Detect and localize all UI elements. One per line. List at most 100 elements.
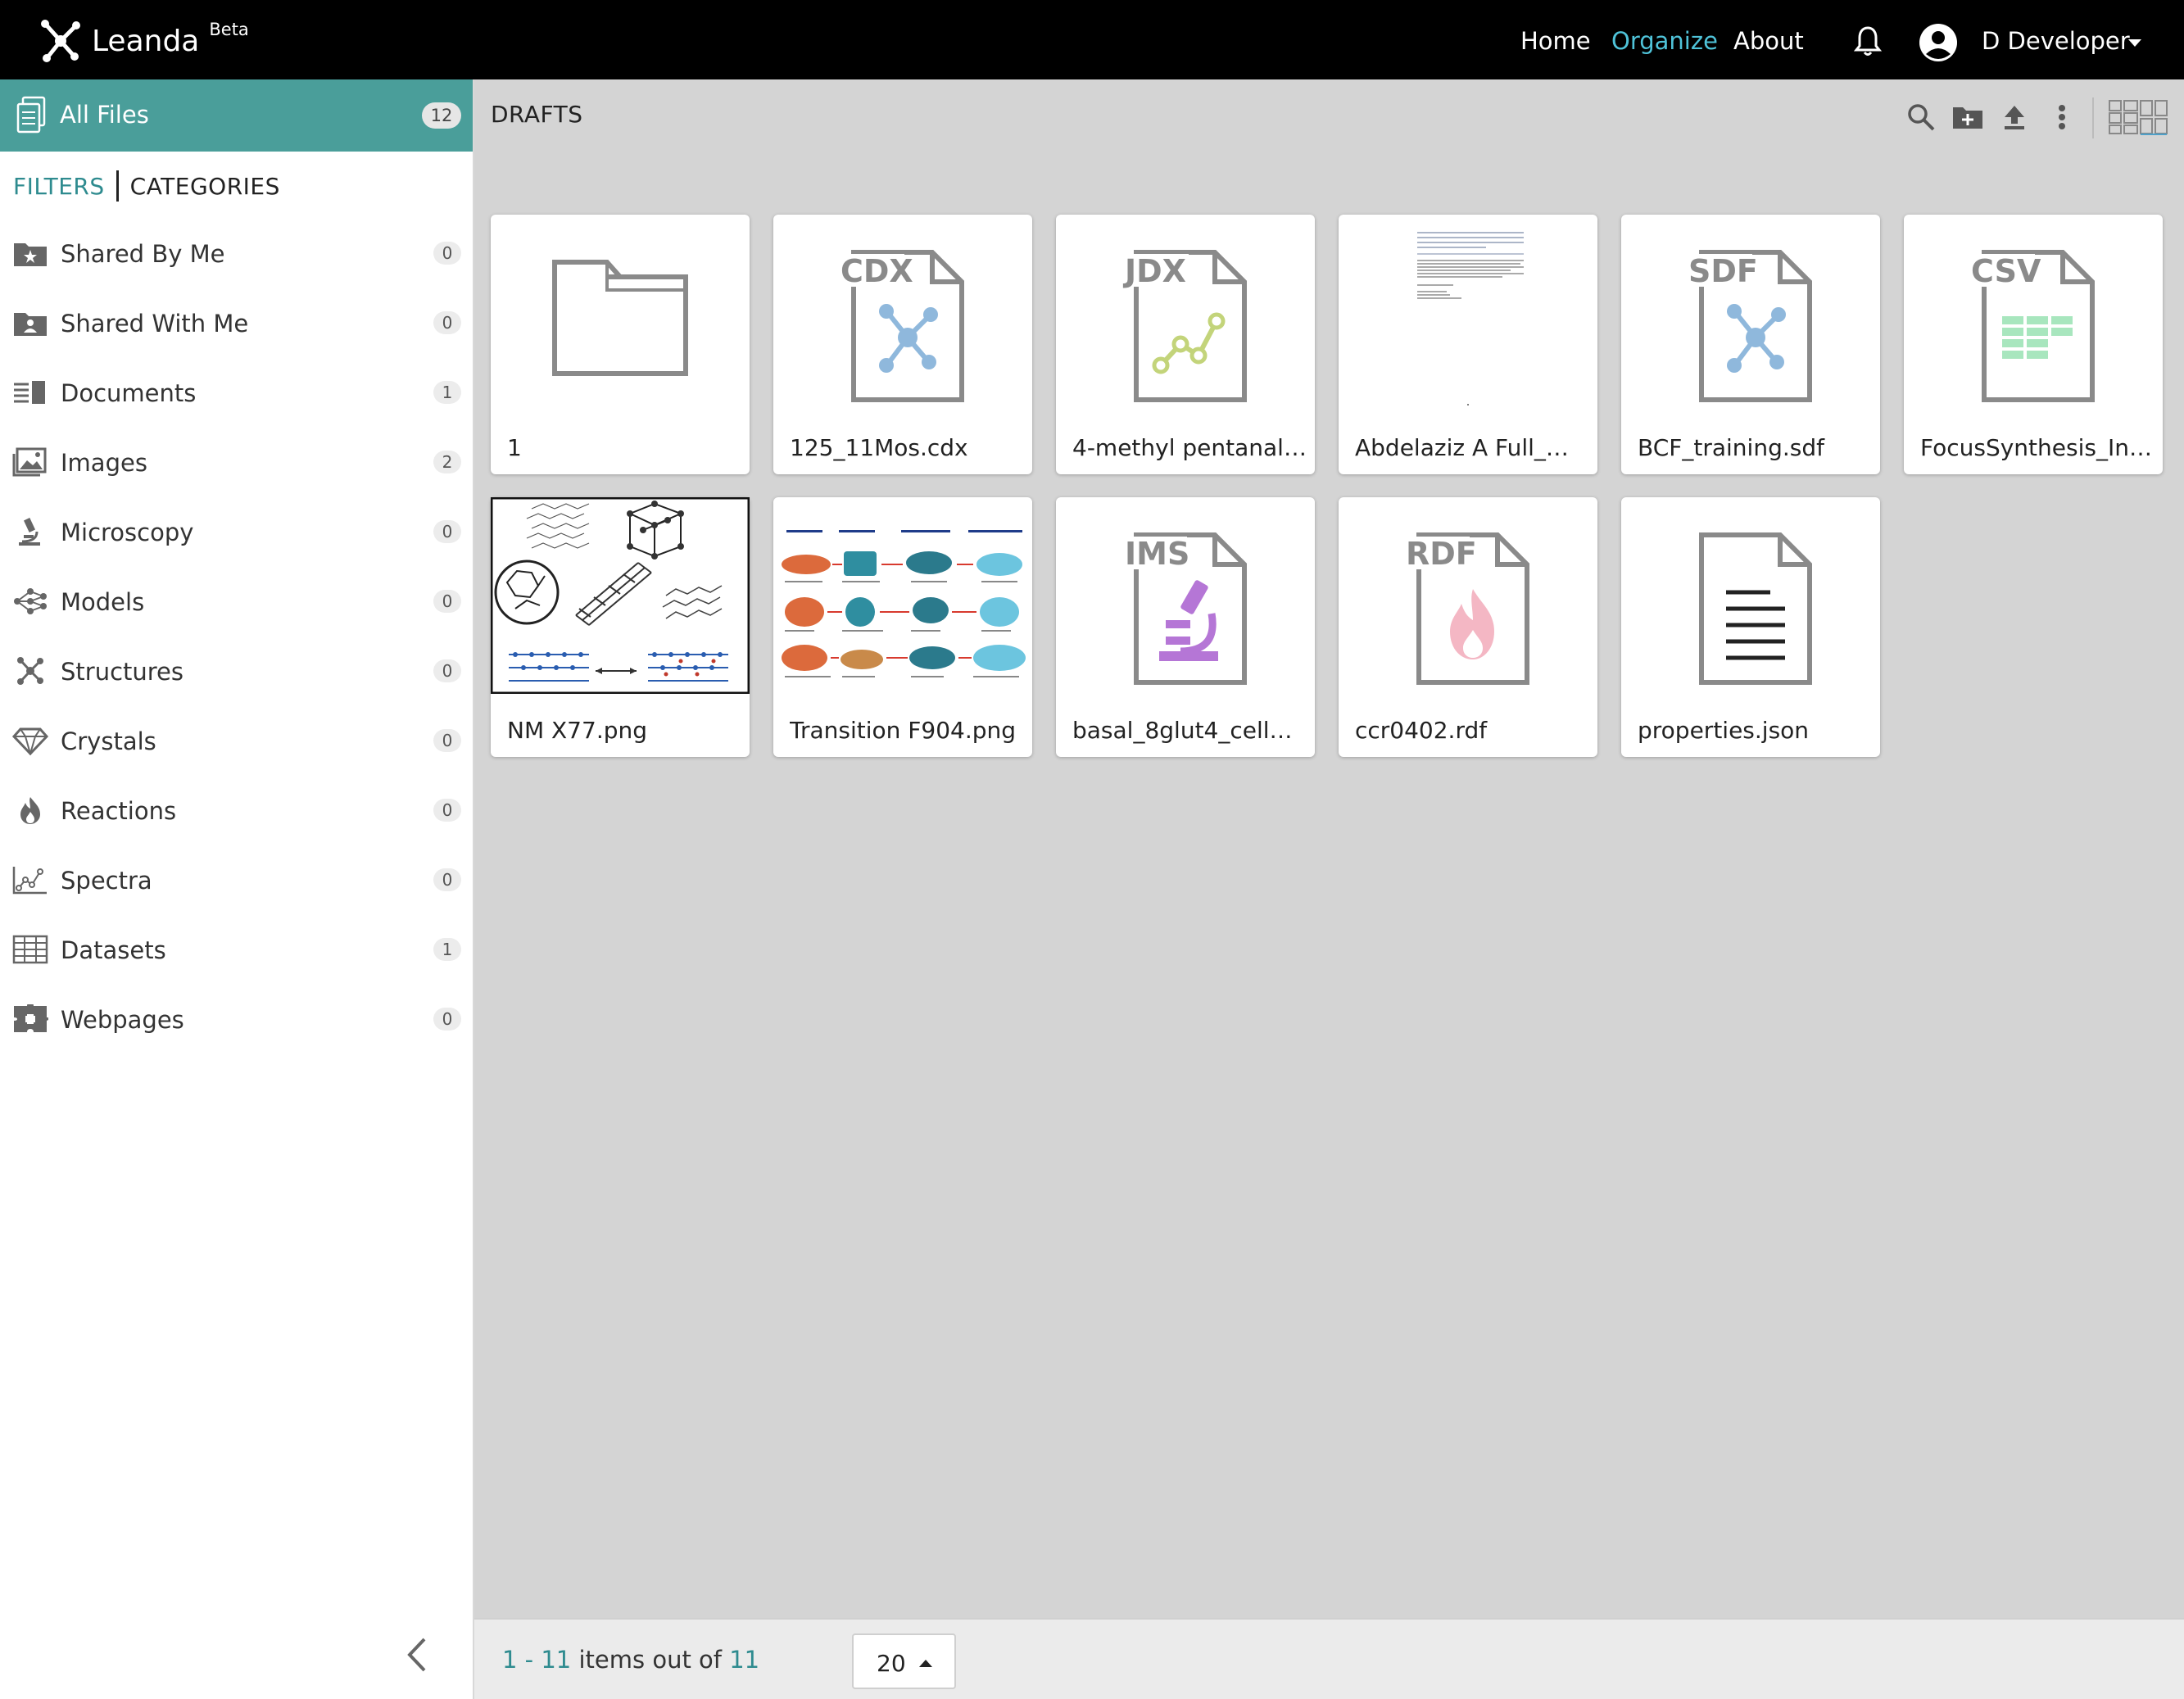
sidebar-item-label: Models xyxy=(61,588,145,616)
ims-microscope-file-icon: IMS xyxy=(1121,532,1247,685)
collapse-sidebar-chevron-left-icon[interactable] xyxy=(403,1634,431,1675)
sidebar-item-shared-by-me[interactable]: Shared By Me 0 xyxy=(0,229,473,278)
sidebar-item-label: Structures xyxy=(61,658,184,686)
sidebar-item-count: 0 xyxy=(433,868,461,891)
sidebar-item-models[interactable]: Models 0 xyxy=(0,577,473,626)
all-files-item[interactable]: All Files 12 xyxy=(0,79,473,152)
nanomaterial-image-preview xyxy=(491,497,750,694)
sidebar-item-count: 2 xyxy=(433,451,461,473)
sidebar-item-count: 0 xyxy=(433,729,461,752)
spectrum-chart-icon xyxy=(12,867,47,895)
brand[interactable]: Leanda Beta xyxy=(39,18,249,64)
file-tile-image[interactable]: NM X77.png xyxy=(491,497,750,757)
crystal-icon xyxy=(12,727,48,755)
user-avatar-icon[interactable] xyxy=(1919,23,1958,62)
bell-icon[interactable] xyxy=(1851,25,1884,57)
shared-by-me-folder-icon xyxy=(14,243,47,266)
sidebar-item-count: 0 xyxy=(433,242,461,265)
sidebar-item-crystals[interactable]: Crystals 0 xyxy=(0,716,473,765)
file-name: NM X77.png xyxy=(507,717,648,744)
sidebar-item-count: 0 xyxy=(433,1008,461,1031)
sidebar-item-webpages[interactable]: Webpages 0 xyxy=(0,994,473,1044)
file-tile-csv[interactable]: CSV FocusSynthesis_InS... xyxy=(1904,215,2163,474)
user-menu[interactable]: D Developer xyxy=(1982,27,2130,55)
beta-badge: Beta xyxy=(209,20,249,39)
breadcrumb[interactable]: DRAFTS xyxy=(491,101,583,128)
document-icon xyxy=(14,381,45,404)
search-icon[interactable] xyxy=(1905,101,1937,134)
leanda-logo-icon xyxy=(41,20,80,62)
pagination-total: 11 xyxy=(729,1646,760,1674)
tab-filters[interactable]: FILTERS xyxy=(13,173,105,200)
file-tile-document[interactable]: Abdelaziz A Full_m... xyxy=(1339,215,1597,474)
pagination-middle-text: items out of xyxy=(578,1646,722,1674)
sdf-molecule-file-icon: SDF xyxy=(1685,250,1812,402)
top-bar: Leanda Beta Home Organize About D Develo… xyxy=(0,0,2184,79)
pagination-footer: 1 - 11 items out of 11 20 xyxy=(474,1618,2184,1699)
new-folder-icon[interactable] xyxy=(1951,101,1984,134)
document-preview-thumbnail xyxy=(1417,232,1524,405)
file-name: Transition F904.png xyxy=(790,717,1017,744)
microscope-icon xyxy=(19,518,40,546)
cell-culture-diagram-preview xyxy=(782,530,1026,677)
sidebar-item-shared-with-me[interactable]: Shared With Me 0 xyxy=(0,298,473,347)
file-tile-ims[interactable]: IMS basal_8glut4_cell11... xyxy=(1056,497,1315,757)
csv-table-file-icon: CSV xyxy=(1968,250,2095,402)
sidebar-item-count: 1 xyxy=(433,938,461,961)
file-name: basal_8glut4_cell11... xyxy=(1072,717,1307,744)
all-files-count: 12 xyxy=(422,102,461,129)
page-size-dropdown[interactable]: 20 xyxy=(852,1633,956,1689)
sidebar-item-label: Spectra xyxy=(61,867,152,895)
all-files-label: All Files xyxy=(60,101,149,129)
file-name: properties.json xyxy=(1638,717,1810,744)
file-name: 125_11Mos.cdx xyxy=(790,434,968,461)
file-tile-jdx[interactable]: JDX 4-methyl pentanal.j... xyxy=(1056,215,1315,474)
more-vert-icon[interactable] xyxy=(2046,101,2078,134)
sidebar-item-label: Reactions xyxy=(61,797,177,825)
pagination-summary: 1 - 11 items out of 11 xyxy=(502,1646,759,1674)
rdf-reaction-file-icon: RDF xyxy=(1402,532,1529,685)
upload-icon[interactable] xyxy=(1998,101,2031,134)
tab-categories[interactable]: CATEGORIES xyxy=(130,173,280,200)
file-tile-cdx[interactable]: CDX 125_11Mos.cdx xyxy=(773,215,1032,474)
file-tile-image[interactable]: Transition F904.png xyxy=(773,497,1032,757)
sidebar-item-structures[interactable]: Structures 0 xyxy=(0,646,473,695)
view-toggle-icon[interactable] xyxy=(2108,99,2168,135)
file-tile-json[interactable]: properties.json xyxy=(1621,497,1880,757)
file-name: FocusSynthesis_InS... xyxy=(1920,434,2155,461)
file-tile-sdf[interactable]: SDF BCF_training.sdf xyxy=(1621,215,1880,474)
sidebar-item-documents[interactable]: Documents 1 xyxy=(0,368,473,417)
sidebar-item-count: 0 xyxy=(433,590,461,613)
jdx-spectrum-file-icon: JDX xyxy=(1121,250,1247,402)
sidebar-item-count: 1 xyxy=(433,381,461,404)
caret-down-icon[interactable] xyxy=(2128,39,2141,47)
file-ext-label: IMS xyxy=(1125,536,1189,572)
model-network-icon xyxy=(14,588,47,614)
puzzle-icon xyxy=(14,1004,48,1032)
sidebar-item-count: 0 xyxy=(433,520,461,543)
file-tile-folder[interactable]: 1 xyxy=(491,215,750,474)
sidebar-item-label: Crystals xyxy=(61,727,156,755)
file-ext-label: CDX xyxy=(841,253,913,289)
sidebar-item-label: Documents xyxy=(61,379,197,407)
nav-organize[interactable]: Organize xyxy=(1611,27,1718,55)
file-name: ccr0402.rdf xyxy=(1355,717,1488,744)
main-content: DRAFTS 1 CDX 125_11Mos.cdx JDX 4-methyl … xyxy=(474,79,2184,1699)
pagination-range: 1 - 11 xyxy=(502,1646,572,1674)
sidebar-item-reactions[interactable]: Reactions 0 xyxy=(0,786,473,835)
tab-divider xyxy=(116,170,119,202)
file-tile-rdf[interactable]: RDF ccr0402.rdf xyxy=(1339,497,1597,757)
sidebar-item-label: Shared With Me xyxy=(61,310,249,338)
cdx-molecule-file-icon: CDX xyxy=(837,250,964,402)
file-name: Abdelaziz A Full_m... xyxy=(1355,434,1589,461)
table-grid-icon xyxy=(12,935,48,964)
sidebar-item-spectra[interactable]: Spectra 0 xyxy=(0,855,473,904)
sidebar-item-microscopy[interactable]: Microscopy 0 xyxy=(0,507,473,556)
flame-icon xyxy=(20,797,40,824)
nav-about[interactable]: About xyxy=(1733,27,1804,55)
nav-home[interactable]: Home xyxy=(1520,27,1591,55)
file-ext-label: JDX xyxy=(1122,253,1186,289)
app-name: Leanda xyxy=(92,24,200,58)
sidebar-item-datasets[interactable]: Datasets 1 xyxy=(0,925,473,974)
sidebar-item-images[interactable]: Images 2 xyxy=(0,437,473,487)
